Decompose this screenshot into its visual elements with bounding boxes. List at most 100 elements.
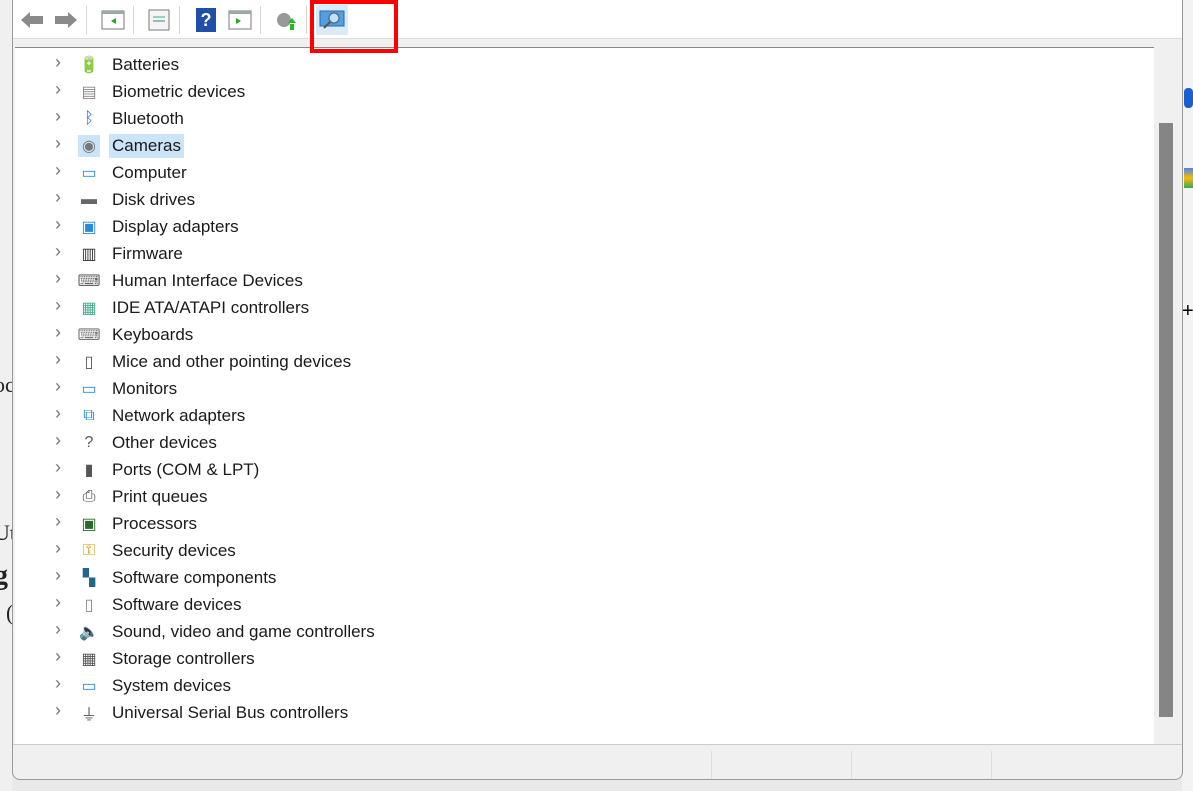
hid-icon: ⌨ <box>77 273 101 290</box>
vertical-scrollbar[interactable] <box>1154 47 1181 743</box>
tree-item-label[interactable]: Sound, video and game controllers <box>109 620 378 644</box>
back-button[interactable] <box>19 7 45 33</box>
speaker-icon: 🔈 <box>79 624 99 641</box>
tree-item-label[interactable]: Keyboards <box>109 323 196 347</box>
keyboard-icon: ⌨ <box>77 327 101 344</box>
toolbar-separator <box>179 6 180 34</box>
tree-item-label[interactable]: IDE ATA/ATAPI controllers <box>109 296 312 320</box>
expand-chevron-icon[interactable]: › <box>55 214 61 235</box>
arrow-right-icon <box>55 12 77 28</box>
security-key-icon: ⚿ <box>82 542 96 559</box>
fingerprint-icon: ▤ <box>81 84 97 101</box>
tree-item-label[interactable]: Mice and other pointing devices <box>109 350 354 374</box>
expand-chevron-icon[interactable]: › <box>55 106 61 127</box>
expand-chevron-icon[interactable]: › <box>55 673 61 694</box>
background-sidebar: + <box>1182 0 1193 791</box>
port-icon: ▮ <box>84 462 94 479</box>
tree-item-label[interactable]: Ports (COM & LPT) <box>109 458 262 482</box>
bluetooth-icon: ᛒ <box>84 110 94 127</box>
tree-item-label[interactable]: Monitors <box>109 377 180 401</box>
expand-chevron-icon[interactable]: › <box>55 646 61 667</box>
device-tree: › 🔋 Batteries › ▤ Biometric devices › ᛒ Bluetoot… <box>15 47 1154 744</box>
toolbar-separator <box>133 6 134 34</box>
tree-item-label[interactable]: Print queues <box>109 485 210 509</box>
show-action-pane-button[interactable] <box>227 7 253 33</box>
tree-item-label[interactable]: Bluetooth <box>109 107 187 131</box>
help-icon: ? <box>196 8 216 32</box>
expand-chevron-icon[interactable]: › <box>55 403 61 424</box>
expand-chevron-icon[interactable]: › <box>55 376 61 397</box>
battery-icon: 🔋 <box>79 57 99 74</box>
tree-item-label[interactable]: Computer <box>109 161 190 185</box>
status-bar <box>13 744 1182 779</box>
tree-item-label[interactable]: Software components <box>109 566 279 590</box>
ide-controller-icon: ▦ <box>81 300 97 317</box>
processor-icon: ▣ <box>81 516 97 533</box>
action-pane-icon <box>228 10 252 30</box>
properties-button[interactable] <box>146 7 172 33</box>
help-button[interactable]: ? <box>193 7 219 33</box>
expand-chevron-icon[interactable]: › <box>55 430 61 451</box>
scrollbar-thumb[interactable] <box>1159 123 1173 717</box>
expand-chevron-icon[interactable]: › <box>55 322 61 343</box>
person-icon <box>1184 88 1193 108</box>
computer-icon: ▭ <box>81 165 97 182</box>
tree-item-label[interactable]: Display adapters <box>109 215 242 239</box>
tree-item-label[interactable]: Batteries <box>109 53 182 77</box>
status-divider <box>711 751 712 779</box>
tree-item-label[interactable]: Software devices <box>109 593 244 617</box>
status-divider <box>851 751 852 779</box>
toolbar-separator <box>260 6 261 34</box>
expand-chevron-icon[interactable]: › <box>55 241 61 262</box>
expand-chevron-icon[interactable]: › <box>55 295 61 316</box>
expand-chevron-icon[interactable]: › <box>55 52 61 73</box>
background-window: oc Ut g ( <box>0 0 16 791</box>
printer-icon: ⎙ <box>82 488 96 505</box>
software-component-icon: ▚ <box>82 570 96 587</box>
tree-item-label[interactable]: Biometric devices <box>109 80 248 104</box>
status-divider <box>991 751 992 779</box>
expand-chevron-icon[interactable]: › <box>55 538 61 559</box>
tree-item-label[interactable]: Network adapters <box>109 404 248 428</box>
forward-button[interactable] <box>53 7 79 33</box>
usb-icon: ⏚ <box>80 707 97 724</box>
expand-chevron-icon[interactable]: › <box>55 592 61 613</box>
update-driver-icon <box>277 13 296 30</box>
unknown-device-icon: ? <box>84 434 94 451</box>
system-device-icon: ▭ <box>81 678 97 695</box>
storage-controller-icon: ▦ <box>81 651 97 668</box>
expand-chevron-icon[interactable]: › <box>55 457 61 478</box>
tree-item-label[interactable]: Processors <box>109 512 200 536</box>
network-adapter-icon: ⧉ <box>83 407 95 424</box>
tree-item-label[interactable]: Other devices <box>109 431 220 455</box>
cursor-crosshair-icon: + <box>1182 300 1193 322</box>
expand-chevron-icon[interactable]: › <box>55 160 61 181</box>
expand-chevron-icon[interactable]: › <box>55 700 61 721</box>
expand-chevron-icon[interactable]: › <box>55 133 61 154</box>
expand-chevron-icon[interactable]: › <box>55 484 61 505</box>
tree-item-label[interactable]: Firmware <box>109 242 186 266</box>
expand-chevron-icon[interactable]: › <box>55 187 61 208</box>
tree-item-label[interactable]: Universal Serial Bus controllers <box>109 701 351 725</box>
tree-item-label[interactable]: Cameras <box>109 134 184 158</box>
expand-chevron-icon[interactable]: › <box>55 565 61 586</box>
highlight-box <box>310 0 398 53</box>
update-driver-button[interactable] <box>273 7 299 33</box>
expand-chevron-icon[interactable]: › <box>55 349 61 370</box>
tree-item-label[interactable]: System devices <box>109 674 234 698</box>
firmware-chip-icon: ▥ <box>81 246 97 263</box>
tree-item-label[interactable]: Disk drives <box>109 188 198 212</box>
expand-chevron-icon[interactable]: › <box>55 619 61 640</box>
tree-item-label[interactable]: Security devices <box>109 539 239 563</box>
expand-chevron-icon[interactable]: › <box>55 268 61 289</box>
device-manager-window: ? › 🔋 Batteries › ▤ Biometric devices › ᛒ Blueto… <box>12 0 1183 780</box>
properties-icon <box>148 9 170 31</box>
expand-chevron-icon[interactable]: › <box>55 79 61 100</box>
arrow-left-icon <box>21 12 43 28</box>
tree-item-label[interactable]: Storage controllers <box>109 647 258 671</box>
tree-item-label[interactable]: Human Interface Devices <box>109 269 306 293</box>
background-text: g <box>0 560 8 591</box>
show-hide-console-tree-button[interactable] <box>100 7 126 33</box>
expand-chevron-icon[interactable]: › <box>55 511 61 532</box>
display-adapter-icon: ▣ <box>81 219 97 236</box>
